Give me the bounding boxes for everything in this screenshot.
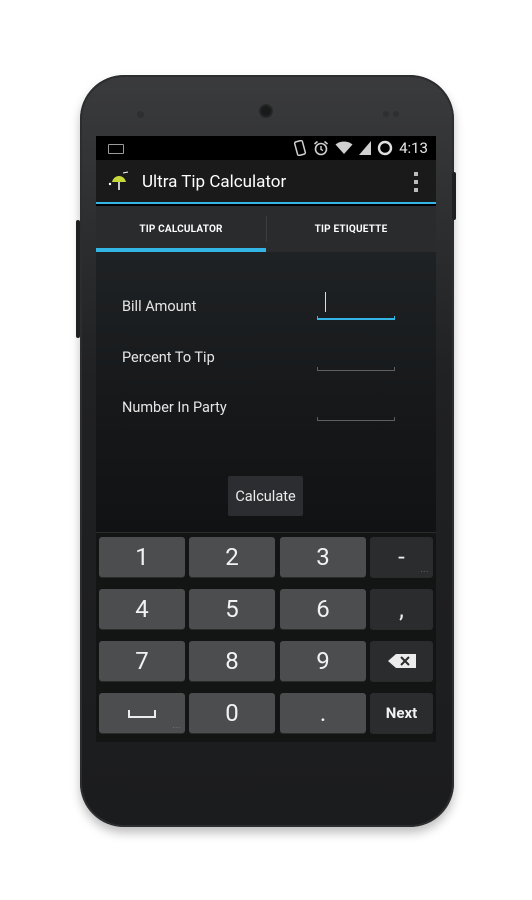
key-5[interactable]: 5 <box>189 589 275 629</box>
backspace-icon <box>387 654 416 668</box>
key-7[interactable]: 7 <box>99 641 185 681</box>
space-bar-icon <box>128 710 156 718</box>
action-bar: Ultra Tip Calculator <box>96 160 436 204</box>
more-keys-indicator: ... <box>420 566 429 574</box>
wifi-icon <box>335 141 353 154</box>
alarm-icon <box>314 140 329 156</box>
key-9[interactable]: 9 <box>280 641 366 681</box>
light-sensor <box>393 111 399 117</box>
tab-tip-calculator[interactable]: TIP CALCULATOR <box>96 206 266 252</box>
key-space[interactable]: ... <box>99 693 185 733</box>
key-3[interactable]: 3 <box>280 537 366 577</box>
bill-amount-input[interactable] <box>317 292 395 320</box>
sync-icon <box>377 140 393 156</box>
app-title: Ultra Tip Calculator <box>142 172 287 192</box>
calculate-button[interactable]: Calculate <box>228 476 303 516</box>
key-1[interactable]: 1 <box>99 537 185 577</box>
volume-button <box>76 220 80 338</box>
overflow-menu-icon[interactable] <box>414 172 418 192</box>
key-next[interactable]: Next <box>370 693 433 733</box>
key-8[interactable]: 8 <box>189 641 275 681</box>
tab-bar: TIP CALCULATOR TIP ETIQUETTE <box>96 206 436 252</box>
tab-tip-etiquette[interactable]: TIP ETIQUETTE <box>266 206 436 252</box>
key-minus[interactable]: - ... <box>370 537 433 577</box>
app-logo-icon[interactable] <box>108 170 130 192</box>
key-backspace[interactable] <box>370 641 433 681</box>
key-period[interactable]: . <box>280 693 366 733</box>
key-6[interactable]: 6 <box>280 589 366 629</box>
text-cursor <box>325 292 326 312</box>
key-4[interactable]: 4 <box>99 589 185 629</box>
key-comma[interactable]: , <box>370 589 433 629</box>
signal-icon <box>359 141 372 155</box>
percent-to-tip-input[interactable] <box>317 349 395 371</box>
keyboard-icon <box>108 144 124 154</box>
screen: 4:13 Ultra Tip Calculator TIP CALCULATOR… <box>96 136 436 742</box>
status-bar: 4:13 <box>96 136 436 160</box>
front-camera <box>137 111 144 118</box>
more-keys-indicator: ... <box>172 722 181 730</box>
numeric-keyboard: 1 2 3 - ... 4 5 6 , 7 8 9 ... 0 . Next <box>96 532 436 742</box>
bill-amount-label: Bill Amount <box>122 298 197 315</box>
speaker-grille <box>259 104 273 118</box>
key-0[interactable]: 0 <box>189 693 275 733</box>
key-minus-label: - <box>398 543 405 571</box>
number-in-party-label: Number In Party <box>122 399 227 416</box>
status-time: 4:13 <box>399 139 428 157</box>
action-bar-divider <box>96 202 436 204</box>
power-button <box>452 172 456 220</box>
key-2[interactable]: 2 <box>189 537 275 577</box>
percent-to-tip-label: Percent To Tip <box>122 349 215 366</box>
proximity-sensor <box>383 111 389 117</box>
number-in-party-input[interactable] <box>317 399 395 421</box>
vibrate-icon <box>293 140 307 156</box>
